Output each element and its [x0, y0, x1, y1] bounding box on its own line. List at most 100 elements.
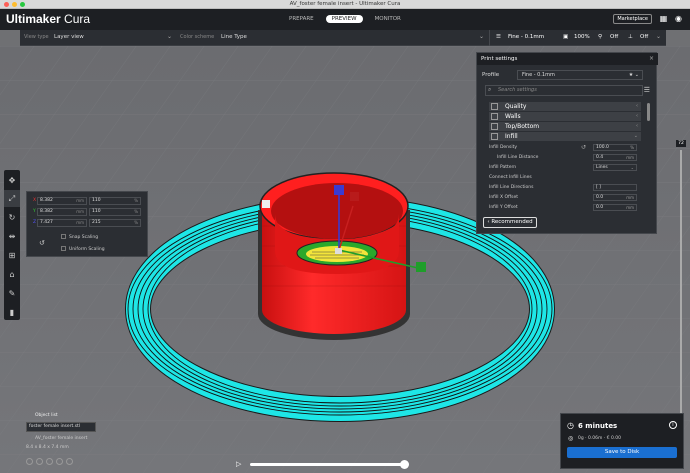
category-quality[interactable]: Quality ‹: [489, 102, 641, 111]
profile-summary[interactable]: Fine - 0.1mm: [508, 34, 544, 40]
print-time: 6 minutes: [578, 422, 618, 430]
infill-icon: [491, 133, 498, 140]
setting-infill-line-directions: Infill Line Directions [ ]: [489, 184, 641, 192]
close-icon[interactable]: ×: [649, 55, 654, 62]
chevron-down-icon[interactable]: ⌄: [479, 33, 484, 40]
chevron-down-icon: ⌄: [633, 133, 638, 139]
tab-monitor[interactable]: MONITOR: [369, 15, 407, 23]
tool-rail: ✥ ⤢ ↻ ⇹ ⊞ ⌂ ✎ ▮: [4, 170, 20, 320]
scale-x-pct-field[interactable]: 110%: [89, 197, 141, 205]
setting-infill-x-offset: Infill X Offset 0.0 mm: [489, 194, 641, 202]
infill-y-offset-field[interactable]: 0.0 mm: [593, 204, 637, 211]
move-tool-icon[interactable]: ✥: [4, 172, 20, 189]
print-settings-title: Print settings: [481, 56, 518, 62]
setting-infill-pattern: Infill Pattern Lines ⌄: [489, 164, 641, 172]
info-icon[interactable]: i: [669, 421, 677, 429]
view-front-icon[interactable]: [36, 458, 43, 465]
tab-prepare[interactable]: PREPARE: [283, 15, 320, 23]
per-model-settings-icon[interactable]: ⊞: [4, 247, 20, 264]
category-walls[interactable]: Walls ‹: [489, 112, 641, 121]
scale-z-pct-field[interactable]: 215%: [89, 219, 141, 227]
setting-infill-line-distance: Infill Line Distance 0.4 mm: [489, 154, 641, 162]
scale-x-mm-field[interactable]: 8.382 mm: [37, 197, 87, 205]
support-summary[interactable]: Off: [610, 34, 618, 40]
infill-summary[interactable]: 100%: [574, 34, 590, 40]
view-left-icon[interactable]: [56, 458, 63, 465]
spool-icon: ◎: [568, 435, 574, 442]
path-slider-track[interactable]: [250, 463, 406, 466]
path-slider-handle[interactable]: [400, 460, 409, 469]
color-scheme-select[interactable]: Line Type: [221, 34, 247, 40]
reset-icon[interactable]: ↺: [581, 144, 586, 151]
snap-scaling-checkbox[interactable]: Snap Scaling: [61, 234, 98, 241]
object-list-toggle[interactable]: Object list: [35, 413, 58, 418]
scale-y-pct-field[interactable]: 110%: [89, 208, 141, 216]
support-blocker-icon[interactable]: ⌂: [4, 266, 20, 283]
settings-menu-icon[interactable]: ☰: [644, 86, 650, 94]
clock-icon: ◷: [567, 421, 574, 430]
play-icon[interactable]: ▷: [236, 460, 241, 468]
settings-scrollbar[interactable]: [647, 103, 650, 121]
app-logo: Ultimaker Cura: [6, 12, 91, 26]
chevron-right-icon: ‹: [636, 113, 638, 119]
infill-pattern-select[interactable]: Lines ⌄: [593, 164, 637, 171]
adhesion-summary[interactable]: Off: [640, 34, 648, 40]
chevron-down-icon: ⌄: [630, 165, 634, 170]
infill-icon: ▣: [563, 34, 569, 40]
walls-icon: [491, 113, 498, 120]
selected-object-name: AV_foster female insert: [35, 436, 88, 441]
adhesion-icon: ⊥: [628, 34, 633, 40]
grid-apps-icon[interactable]: ▦: [658, 13, 669, 24]
setting-infill-density: Infill Density ↺ 100.0%: [489, 144, 641, 152]
setting-infill-y-offset: Infill Y Offset 0.0 mm: [489, 204, 641, 212]
category-infill[interactable]: Infill ⌄: [489, 132, 641, 141]
view-top-icon[interactable]: [46, 458, 53, 465]
measure-tool-icon[interactable]: ✎: [4, 285, 20, 302]
mirror-tool-icon[interactable]: ⇹: [4, 228, 20, 245]
infill-x-offset-field[interactable]: 0.0 mm: [593, 194, 637, 201]
model-insert: [258, 172, 410, 340]
infill-line-distance-field[interactable]: 0.4 mm: [593, 154, 637, 161]
scale-y-mm-field[interactable]: 8.382 mm: [37, 208, 87, 216]
rotate-tool-icon[interactable]: ↻: [4, 209, 20, 226]
marketplace-button[interactable]: Marketplace: [613, 14, 652, 24]
top-bottom-icon: [491, 123, 498, 130]
profile-select[interactable]: Fine - 0.1mm ★ ⌄: [517, 70, 643, 80]
settings-sliders-icon[interactable]: ☰: [496, 34, 501, 40]
infill-density-field[interactable]: 100.0%: [593, 144, 637, 151]
recommended-button[interactable]: ‹ Recommended: [483, 217, 537, 228]
view-orientation-icons: [26, 458, 73, 465]
material-estimate: 0g · 0.06m · € 0.00: [578, 436, 622, 441]
window-title-bar: AV_foster female insert - Ultimaker Cura: [0, 0, 690, 9]
save-to-disk-button[interactable]: Save to Disk: [567, 447, 677, 458]
search-settings-input[interactable]: Search settings: [485, 85, 643, 96]
scale-panel: X 8.382 mm 110% Y 8.382 mm 110% Z 7.427 mm …: [26, 191, 148, 257]
chevron-down-icon[interactable]: ⌄: [167, 33, 172, 40]
infill-line-directions-field[interactable]: [ ]: [593, 184, 637, 191]
profile-label: Profile: [482, 72, 500, 78]
color-scheme-label: Color scheme: [180, 34, 215, 40]
reset-scale-icon[interactable]: ↺: [39, 239, 45, 247]
view-3d-icon[interactable]: [26, 458, 33, 465]
chevron-right-icon: ‹: [636, 123, 638, 129]
view-right-icon[interactable]: [66, 458, 73, 465]
chevron-down-icon[interactable]: ⌄: [656, 33, 661, 40]
trash-icon[interactable]: ▮: [4, 304, 20, 321]
scale-z-mm-field[interactable]: 7.427 mm: [37, 219, 87, 227]
account-icon[interactable]: ◉: [673, 13, 684, 24]
category-top-bottom[interactable]: Top/Bottom ‹: [489, 122, 641, 131]
object-file-field[interactable]: foster female insert.stl: [26, 422, 96, 432]
layer-slider-track[interactable]: [680, 150, 682, 435]
view-type-label: View type: [24, 34, 49, 40]
print-settings-header: Print settings ×: [477, 53, 658, 65]
tab-preview[interactable]: PREVIEW: [325, 15, 363, 23]
layer-number-badge[interactable]: 72: [676, 140, 686, 147]
uniform-scaling-checkbox[interactable]: Uniform Scaling: [61, 246, 105, 253]
view-type-select[interactable]: Layer view: [54, 34, 84, 40]
stage-tabs: PREPARE PREVIEW MONITOR: [283, 15, 407, 23]
scale-tool-icon[interactable]: ⤢: [4, 190, 20, 207]
print-settings-panel: Print settings × Profile Fine - 0.1mm ★ ⌄…: [476, 52, 658, 234]
setting-connect-infill-lines: Connect Infill Lines: [489, 175, 532, 180]
star-icon: ★ ⌄: [628, 72, 639, 78]
toolbar-divider: [489, 30, 490, 46]
